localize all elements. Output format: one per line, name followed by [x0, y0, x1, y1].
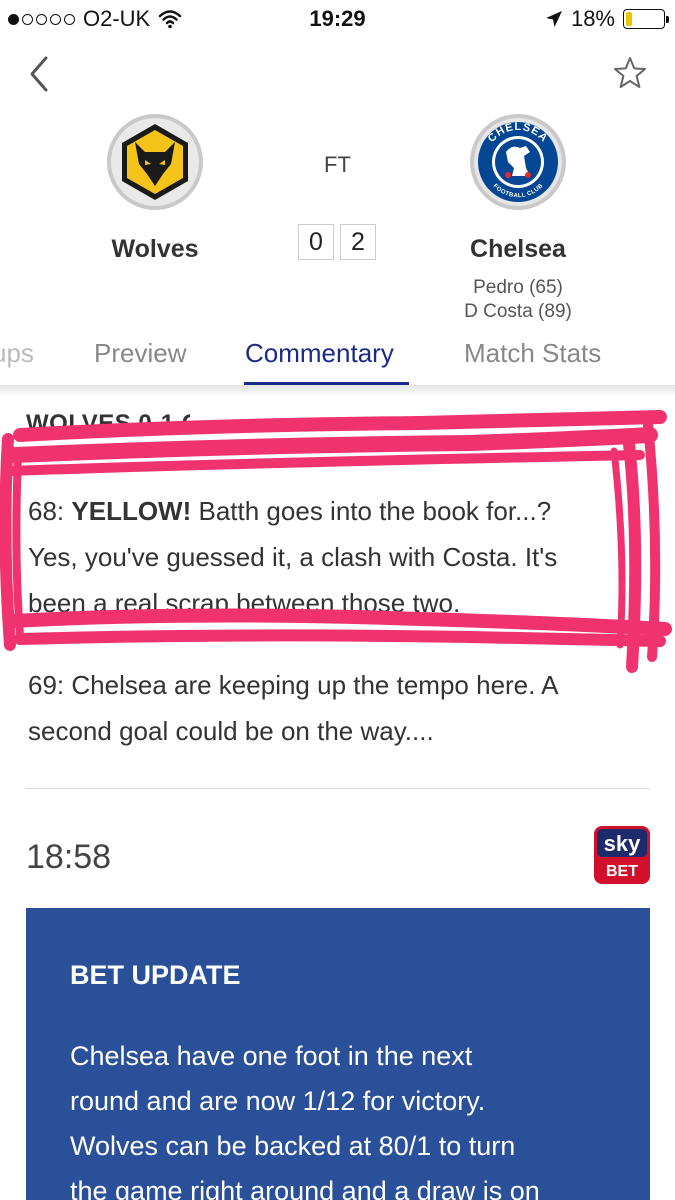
comment-text: Yes, you've guessed it, a clash with Cos… [28, 542, 558, 572]
bet-update-card: BET UPDATE Chelsea have one foot in the … [26, 908, 650, 1200]
chelsea-crest-icon: CHELSEA FOOTBALL CLUB [470, 114, 566, 210]
comment-text: Chelsea are keeping up the tempo here. A [71, 670, 559, 700]
away-team-name: Chelsea [470, 235, 566, 263]
sky-bet-logo: sky BET [594, 826, 650, 884]
entry-timestamp: 18:58 [26, 838, 112, 876]
battery-fill [626, 12, 633, 26]
sky-bet-logo-sky: sky [604, 831, 641, 856]
bet-update-line: the game right around and a draw is on [70, 1176, 540, 1200]
comment-text: been a real scrap between those two. [28, 588, 461, 618]
scorer: Pedro (65) [473, 277, 563, 298]
section-divider [26, 788, 650, 789]
battery-icon [623, 9, 669, 29]
sky-bet-logo-bet: BET [606, 863, 638, 880]
location-arrow-icon [545, 11, 562, 27]
comment-minute: 69: [28, 670, 65, 700]
match-tabs: ups Preview Commentary Match Stats [0, 332, 675, 386]
tabs-shadow [0, 385, 675, 397]
comment-text: Batth goes into the book for...? [198, 496, 552, 526]
favourite-star-icon[interactable] [613, 56, 647, 90]
back-chevron-icon[interactable] [24, 54, 54, 94]
comment-minute: 68: [28, 496, 65, 526]
tab-lineups[interactable]: ups [0, 338, 34, 369]
commentary-item: 68: YELLOW! Batth goes into the book for… [28, 488, 648, 626]
comment-text: second goal could be on the way.... [28, 716, 434, 746]
away-team[interactable]: CHELSEA FOOTBALL CLUB Chelsea Pedro (65)… [418, 112, 618, 324]
commentary-item: 69: Chelsea are keeping up the tempo her… [28, 662, 648, 754]
bet-update-line: round and are now 1/12 for victory. [70, 1086, 486, 1116]
tab-commentary[interactable]: Commentary [245, 338, 394, 369]
entry-title-obscured [190, 404, 660, 444]
comment-highlight: YELLOW! [71, 496, 192, 526]
away-scorers: Pedro (65) D Costa (89) [418, 276, 618, 324]
scorer: D Costa (89) [464, 301, 572, 322]
home-team-name: Wolves [111, 235, 199, 263]
bet-update-title: BET UPDATE [70, 960, 241, 990]
away-score: 2 [340, 224, 376, 260]
status-bar: O2-UK 19:29 18% [0, 0, 675, 40]
bet-update-line: Wolves can be backed at 80/1 to turn [70, 1131, 516, 1161]
tab-preview[interactable]: Preview [94, 338, 186, 369]
bet-update-body: Chelsea have one foot in the next round … [70, 1034, 590, 1200]
tab-match-stats[interactable]: Match Stats [464, 338, 601, 369]
battery-percent: 18% [570, 6, 615, 31]
scoreline: 0 2 [298, 224, 376, 260]
home-team[interactable]: Wolves [55, 112, 255, 264]
home-score: 0 [298, 224, 334, 260]
status-bar-right: 18% [545, 6, 669, 32]
bet-update-line: Chelsea have one foot in the next [70, 1041, 473, 1071]
